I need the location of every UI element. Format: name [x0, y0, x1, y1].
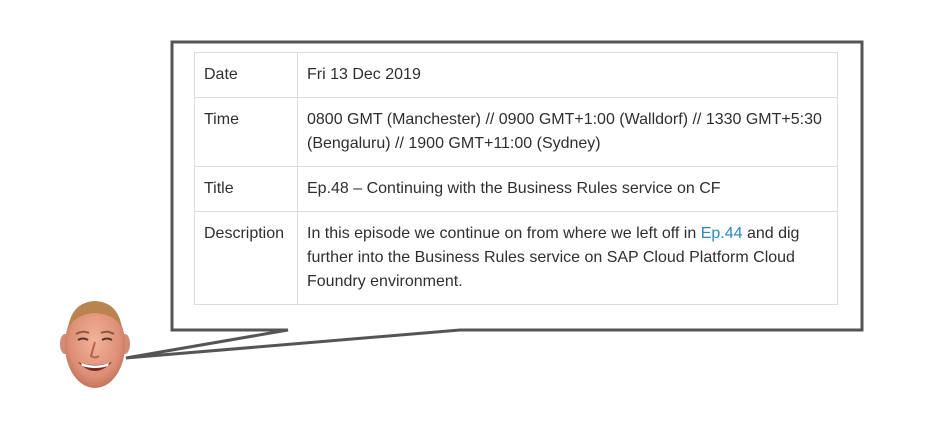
table-row-description: Description In this episode we continue … [194, 211, 838, 305]
title-value: Ep.48 – Continuing with the Business Rul… [297, 166, 838, 212]
title-label: Title [194, 166, 298, 212]
time-label: Time [194, 97, 298, 167]
date-value: Fri 13 Dec 2019 [297, 52, 838, 98]
description-text-start: In this episode we continue on from wher… [307, 225, 701, 242]
table-row-time: Time 0800 GMT (Manchester) // 0900 GMT+1… [194, 97, 838, 167]
date-label: Date [194, 52, 298, 98]
table-row-title: Title Ep.48 – Continuing with the Busine… [194, 166, 838, 212]
description-label: Description [194, 211, 298, 305]
table-row-date: Date Fri 13 Dec 2019 [194, 52, 838, 98]
episode-44-link[interactable]: Ep.44 [701, 225, 743, 242]
episode-details-table: Date Fri 13 Dec 2019 Time 0800 GMT (Manc… [194, 52, 838, 305]
description-value: In this episode we continue on from wher… [297, 211, 838, 305]
time-value: 0800 GMT (Manchester) // 0900 GMT+1:00 (… [297, 97, 838, 167]
presenter-face-avatar-icon [60, 301, 130, 388]
